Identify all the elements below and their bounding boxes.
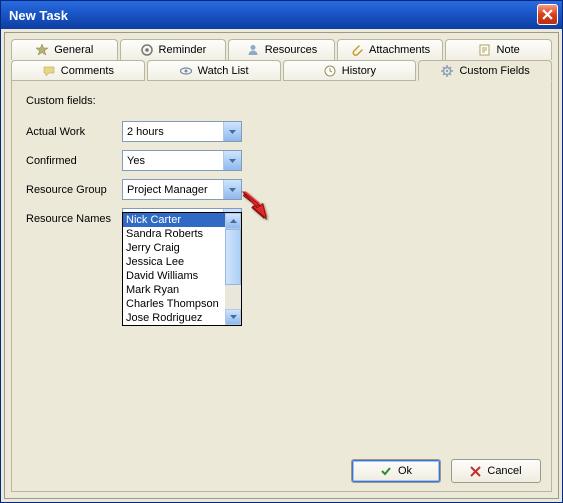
tab-comments[interactable]: Comments xyxy=(11,60,145,81)
chat-icon xyxy=(42,64,56,78)
list-item[interactable]: Jose Rodriguez xyxy=(123,311,225,325)
tab-custom-fields[interactable]: Custom Fields xyxy=(418,60,552,81)
row-actual-work: Actual Work 2 hours xyxy=(26,121,541,142)
list-item[interactable]: Charles Thompson xyxy=(123,297,225,311)
list-item[interactable]: David Williams xyxy=(123,269,225,283)
target-icon xyxy=(140,43,154,57)
tab-general[interactable]: General xyxy=(11,39,118,60)
label-resource-names: Resource Names xyxy=(26,213,122,225)
tab-label: Note xyxy=(497,44,520,56)
tab-strip: General Reminder Resources xyxy=(5,33,558,81)
list-item[interactable]: Sandra Roberts xyxy=(123,227,225,241)
person-icon xyxy=(246,43,260,57)
paperclip-icon xyxy=(350,43,364,57)
dialog-buttons: Ok Cancel xyxy=(351,459,541,483)
eye-icon xyxy=(179,64,193,78)
tab-label: General xyxy=(54,44,93,56)
cancel-button[interactable]: Cancel xyxy=(451,459,541,483)
chevron-down-icon[interactable] xyxy=(223,180,241,199)
list-item[interactable]: Mark Ryan xyxy=(123,283,225,297)
label-actual-work: Actual Work xyxy=(26,126,122,138)
tab-row-1: General Reminder Resources xyxy=(11,39,552,60)
list-item[interactable]: Jessica Lee xyxy=(123,255,225,269)
tab-label: History xyxy=(342,65,376,77)
combo-value: 2 hours xyxy=(123,122,223,141)
pointer-arrow-icon xyxy=(240,189,274,226)
tab-label: Resources xyxy=(265,44,318,56)
ok-button[interactable]: Ok xyxy=(351,459,441,483)
list-item[interactable]: Jerry Craig xyxy=(123,241,225,255)
scroll-track[interactable] xyxy=(225,229,241,309)
gear-icon xyxy=(440,64,454,78)
tab-attachments[interactable]: Attachments xyxy=(337,39,444,60)
check-icon xyxy=(380,465,392,477)
combo-value: Yes xyxy=(123,151,223,170)
close-button[interactable] xyxy=(537,4,558,25)
tab-history[interactable]: History xyxy=(283,60,417,81)
button-label: Cancel xyxy=(487,465,521,477)
tab-label: Custom Fields xyxy=(459,65,529,77)
label-confirmed: Confirmed xyxy=(26,155,122,167)
combo-value: Project Manager xyxy=(123,180,223,199)
client-area: General Reminder Resources xyxy=(4,32,559,499)
button-label: Ok xyxy=(398,465,412,477)
tab-label: Reminder xyxy=(159,44,207,56)
close-icon xyxy=(542,9,553,20)
window-title: New Task xyxy=(9,8,68,23)
x-icon xyxy=(470,466,481,477)
list-item[interactable]: Nick Carter xyxy=(123,213,225,227)
scroll-up-button[interactable] xyxy=(225,213,241,229)
note-icon xyxy=(478,43,492,57)
dropdown-resource-names[interactable]: Nick Carter Sandra Roberts Jerry Craig J… xyxy=(122,212,242,326)
tab-reminder[interactable]: Reminder xyxy=(120,39,227,60)
chevron-down-icon[interactable] xyxy=(223,151,241,170)
dropdown-list: Nick Carter Sandra Roberts Jerry Craig J… xyxy=(123,213,225,325)
titlebar[interactable]: New Task xyxy=(1,1,562,29)
tab-note[interactable]: Note xyxy=(445,39,552,60)
scroll-down-button[interactable] xyxy=(225,309,241,325)
star-icon xyxy=(35,43,49,57)
tab-resources[interactable]: Resources xyxy=(228,39,335,60)
clock-icon xyxy=(323,64,337,78)
dialog-window: New Task General Reminder xyxy=(0,0,563,503)
combo-confirmed[interactable]: Yes xyxy=(122,150,242,171)
section-title: Custom fields: xyxy=(26,95,541,107)
chevron-down-icon[interactable] xyxy=(223,122,241,141)
row-resource-names: Resource Names Nick Carter xyxy=(26,208,541,229)
row-resource-group: Resource Group Project Manager xyxy=(26,179,541,200)
scrollbar[interactable] xyxy=(225,213,241,325)
combo-actual-work[interactable]: 2 hours xyxy=(122,121,242,142)
label-resource-group: Resource Group xyxy=(26,184,122,196)
row-confirmed: Confirmed Yes xyxy=(26,150,541,171)
tab-label: Watch List xyxy=(198,65,249,77)
tab-watch-list[interactable]: Watch List xyxy=(147,60,281,81)
tab-label: Comments xyxy=(61,65,114,77)
tab-row-2: Comments Watch List History xyxy=(11,60,552,81)
tab-panel-custom-fields: Custom fields: Actual Work 2 hours Confi… xyxy=(11,81,552,492)
tab-label: Attachments xyxy=(369,44,430,56)
scroll-thumb[interactable] xyxy=(225,229,241,285)
combo-resource-group[interactable]: Project Manager xyxy=(122,179,242,200)
